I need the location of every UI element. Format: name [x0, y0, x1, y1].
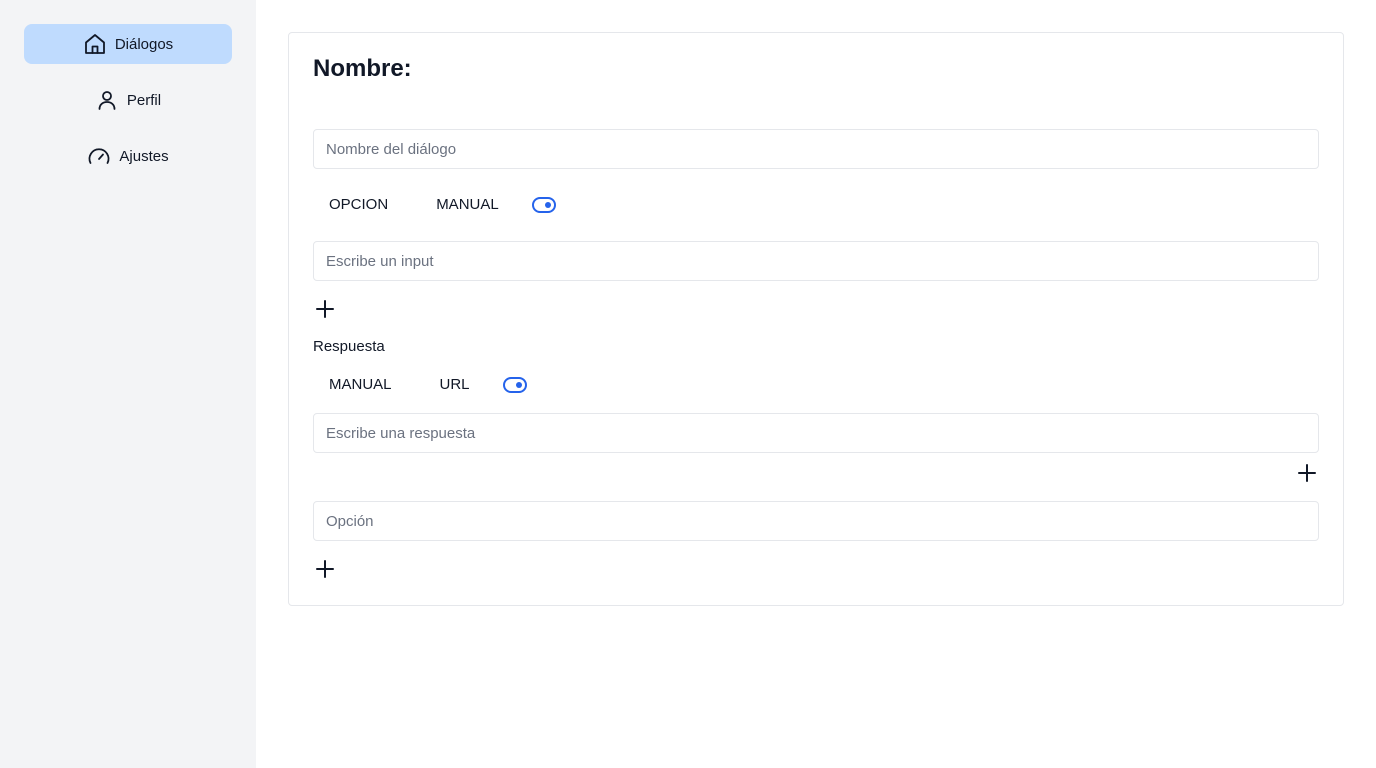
page-title: Nombre: — [313, 55, 412, 82]
sidebar-item-ajustes[interactable]: Ajustes — [24, 136, 232, 176]
option-opcion[interactable]: OPCION — [313, 193, 404, 217]
option-manual-response[interactable]: MANUAL — [313, 373, 408, 397]
dialog-form-card: Nombre: OPCION MANUAL Respuesta MANUAL U… — [288, 32, 1344, 606]
sidebar-item-perfil[interactable]: Perfil — [24, 80, 232, 120]
sidebar-item-label: Diálogos — [114, 35, 174, 53]
add-response-button[interactable] — [1295, 461, 1319, 485]
app-root: Diálogos Perfil Ajustes Nombre: Nombre d… — [0, 0, 1376, 768]
input-mode-toggle-switch[interactable] — [531, 197, 556, 213]
sidebar: Diálogos Perfil Ajustes — [0, 0, 256, 768]
response-mode-toggle-row: MANUAL URL — [313, 373, 527, 397]
dialog-name-input[interactable] — [313, 129, 1319, 169]
response-mode-toggle-switch[interactable] — [502, 377, 527, 393]
response-label: Respuesta — [313, 338, 385, 355]
toggle-knob — [515, 382, 522, 388]
add-input-button[interactable] — [313, 297, 337, 321]
option-url[interactable]: URL — [424, 373, 486, 397]
add-option-button[interactable] — [313, 557, 337, 581]
home-icon — [83, 32, 107, 56]
gauge-icon — [87, 144, 111, 168]
sidebar-item-dialogos[interactable]: Diálogos — [24, 24, 232, 64]
user-icon — [95, 88, 119, 112]
plus-icon — [316, 560, 334, 578]
option-manual[interactable]: MANUAL — [420, 193, 515, 217]
response-input[interactable] — [313, 413, 1319, 453]
sidebar-item-label: Perfil — [126, 91, 162, 109]
toggle-knob — [544, 202, 551, 208]
option-input[interactable] — [313, 501, 1319, 541]
input-mode-toggle-row: OPCION MANUAL — [313, 193, 556, 217]
sidebar-item-label: Ajustes — [119, 147, 169, 165]
input-field[interactable] — [313, 241, 1319, 281]
plus-icon — [316, 300, 334, 318]
plus-icon — [1298, 464, 1316, 482]
